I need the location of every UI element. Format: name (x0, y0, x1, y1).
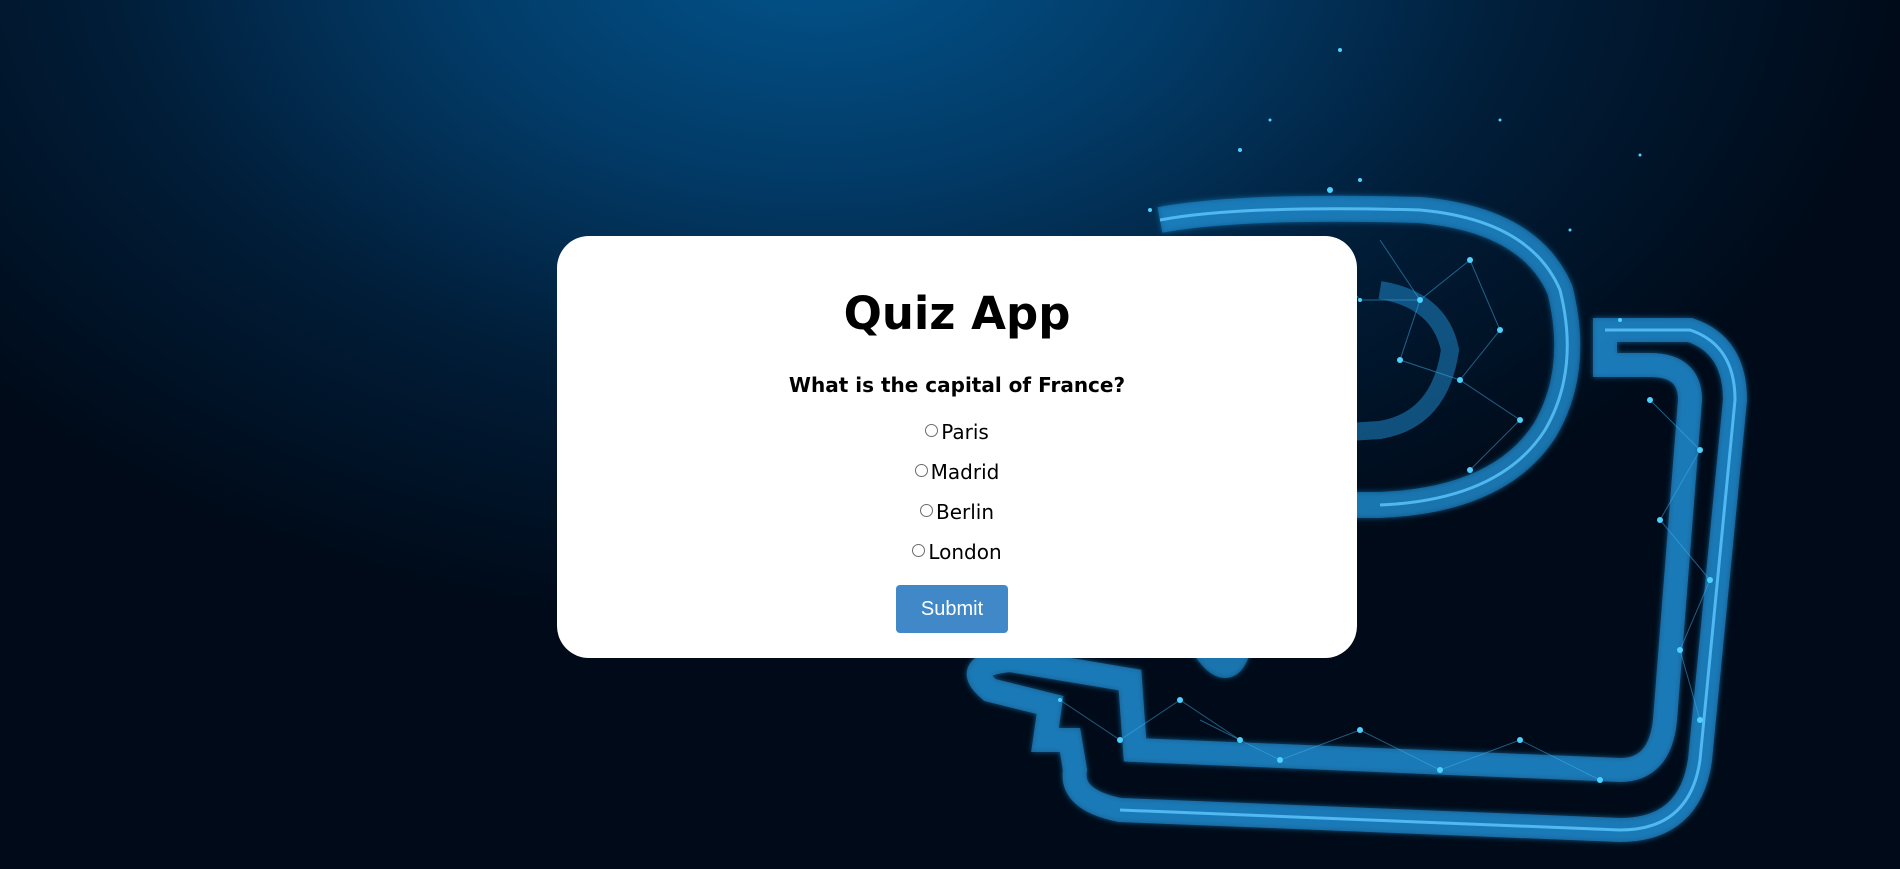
submit-button[interactable]: Submit (896, 585, 1008, 633)
option-label: Paris (941, 420, 989, 444)
quiz-card: Quiz App What is the capital of France? … (557, 236, 1357, 658)
option-madrid[interactable]: Madrid (557, 452, 1357, 492)
radio-madrid[interactable] (914, 463, 928, 477)
question-text: What is the capital of France? (788, 373, 1126, 397)
option-london[interactable]: London (557, 532, 1357, 572)
option-label: Madrid (930, 460, 1000, 484)
answer-options: Paris Madrid Berlin London (557, 412, 1357, 572)
option-paris[interactable]: Paris (557, 412, 1357, 452)
radio-london[interactable] (912, 543, 926, 557)
option-berlin[interactable]: Berlin (557, 492, 1357, 532)
radio-berlin[interactable] (919, 503, 933, 517)
option-label: London (928, 540, 1002, 564)
option-label: Berlin (935, 500, 995, 524)
page-title: Quiz App (843, 287, 1071, 340)
radio-paris[interactable] (925, 423, 939, 437)
